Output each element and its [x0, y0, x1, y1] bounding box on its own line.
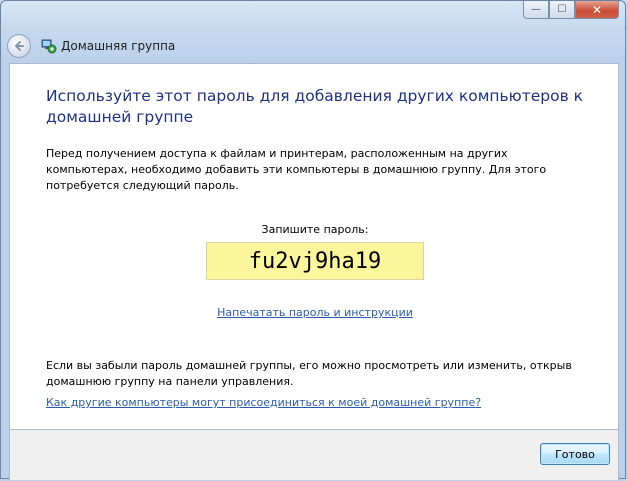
description-text: Перед получением доступа к файлам и прин…	[46, 147, 547, 192]
done-button[interactable]: Готово	[540, 443, 610, 465]
window-title: Домашняя группа	[61, 39, 176, 53]
back-arrow-icon	[15, 41, 24, 51]
navigation-bar: Домашняя группа	[7, 31, 175, 61]
print-password-link[interactable]: Напечатать пароль и инструкции	[10, 306, 620, 319]
join-homegroup-help-link[interactable]: Как другие компьютеры могут присоединить…	[46, 396, 481, 409]
password-label: Запишите пароль:	[261, 223, 369, 236]
content-panel: Используйте этот пароль для добавления д…	[9, 63, 619, 430]
forgot-password-text: Если вы забыли пароль домашней группы, е…	[46, 359, 572, 388]
dialog-footer: Готово	[9, 430, 619, 480]
page-title: Используйте этот пароль для добавления д…	[46, 87, 584, 126]
minimize-button[interactable]: —	[523, 1, 549, 19]
password-display: fu2vj9ha19	[206, 242, 424, 280]
close-button[interactable]: ✕	[575, 1, 619, 19]
maximize-button[interactable]: ☐	[549, 1, 575, 19]
caption-buttons: — ☐ ✕	[523, 1, 619, 19]
back-button[interactable]	[7, 34, 31, 58]
homegroup-icon	[41, 38, 57, 54]
homegroup-dialog-window: — ☐ ✕ Домашняя группа Используйте этот п…	[0, 0, 626, 480]
